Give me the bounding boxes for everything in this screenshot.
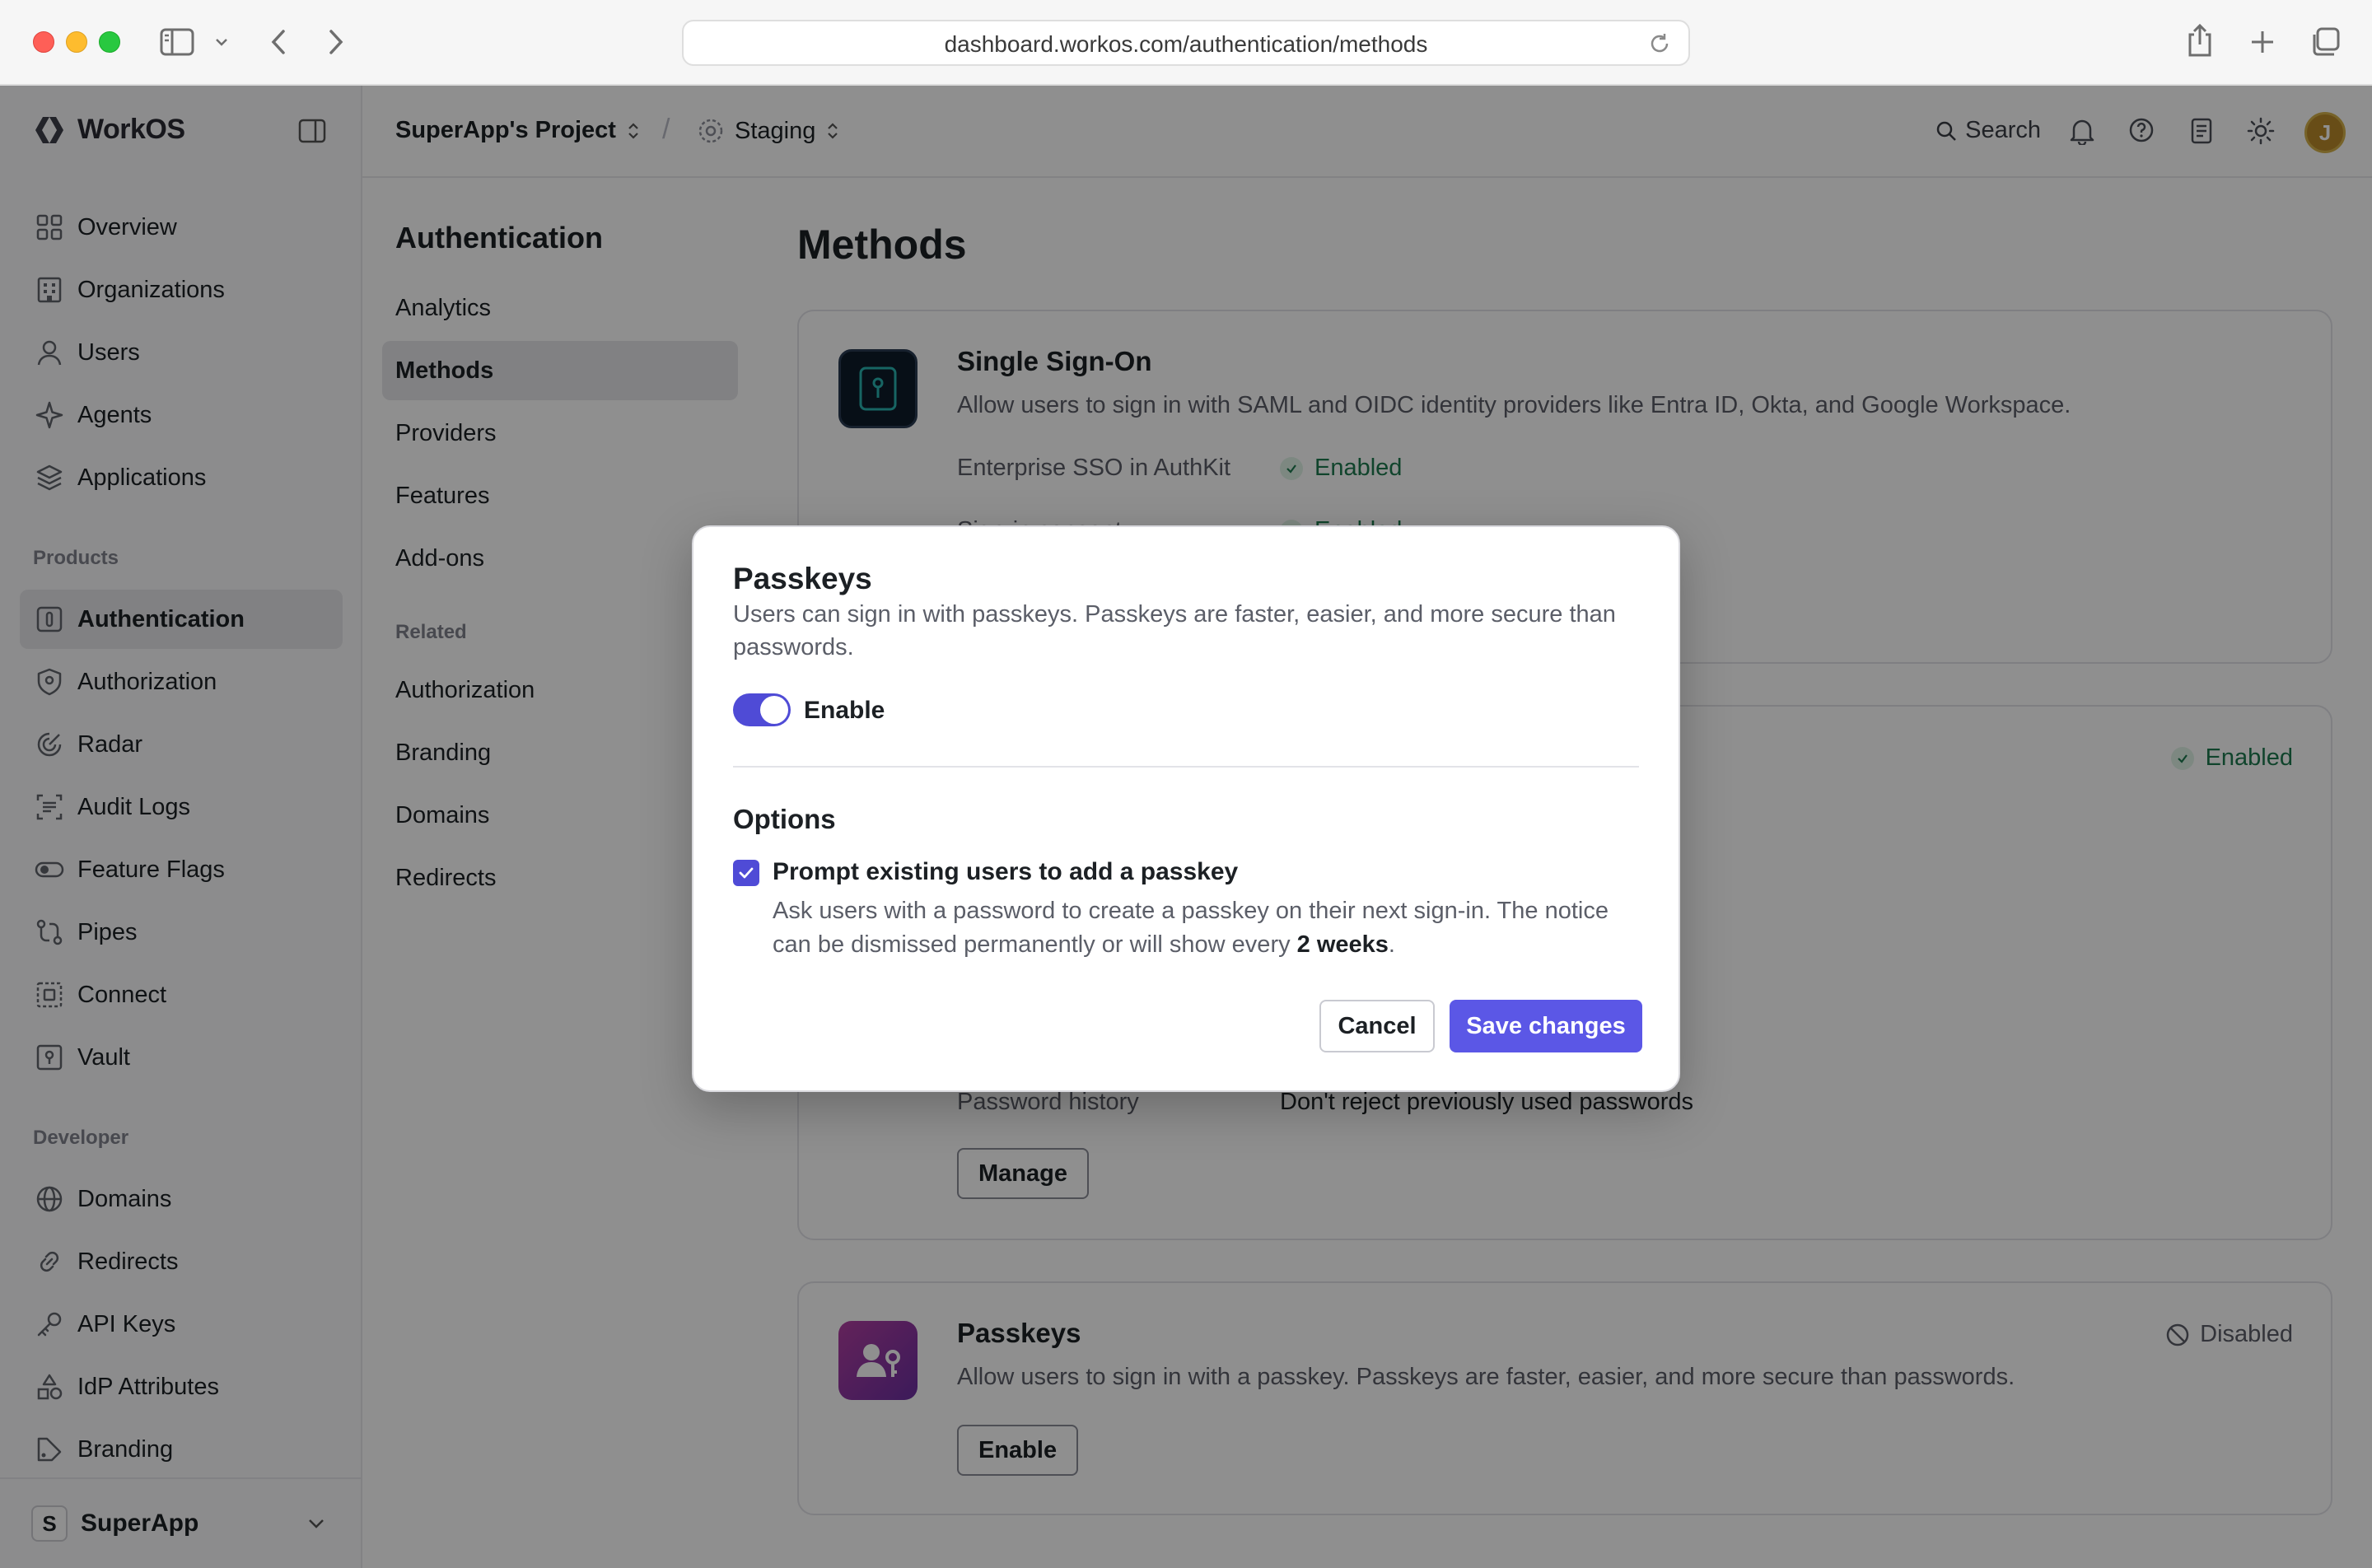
dialog-description: Users can sign in with passkeys. Passkey… [733, 601, 1616, 660]
prompt-users-label: Prompt existing users to add a passkey [773, 858, 1239, 885]
help-text: Ask users with a password to create a pa… [773, 898, 1609, 958]
save-changes-button[interactable]: Save changes [1450, 1000, 1642, 1052]
forward-arrow-icon[interactable] [326, 28, 346, 56]
prompt-users-checkbox[interactable] [733, 860, 759, 886]
help-suffix: . [1388, 931, 1395, 958]
zoom-window-button[interactable] [99, 31, 120, 53]
options-heading: Options [733, 804, 836, 834]
back-arrow-icon[interactable] [268, 28, 288, 56]
divider [733, 766, 1639, 768]
checkmark-icon [739, 867, 754, 879]
new-tab-icon[interactable] [2248, 28, 2276, 56]
url-text: dashboard.workos.com/authentication/meth… [944, 31, 1428, 57]
passkeys-dialog: Passkeys Users can sign in with passkeys… [692, 525, 1680, 1092]
chevron-down-icon[interactable] [214, 36, 229, 48]
toggle-knob [760, 696, 788, 724]
sidebar-toggle-icon[interactable] [160, 28, 194, 56]
enable-toggle-label: Enable [804, 697, 885, 724]
close-window-button[interactable] [33, 31, 54, 53]
dialog-title: Passkeys [733, 562, 872, 595]
prompt-users-help: Ask users with a password to create a pa… [773, 894, 1637, 962]
minimize-window-button[interactable] [66, 31, 87, 53]
cancel-button[interactable]: Cancel [1319, 1000, 1435, 1052]
browser-toolbar: dashboard.workos.com/authentication/meth… [0, 0, 2372, 86]
tab-overview-icon[interactable] [2309, 26, 2341, 58]
reload-icon[interactable] [1647, 31, 1672, 56]
enable-passkeys-toggle[interactable] [733, 693, 791, 726]
address-bar[interactable]: dashboard.workos.com/authentication/meth… [682, 20, 1690, 66]
help-interval: 2 weeks [1296, 931, 1389, 958]
share-icon[interactable] [2186, 23, 2214, 58]
